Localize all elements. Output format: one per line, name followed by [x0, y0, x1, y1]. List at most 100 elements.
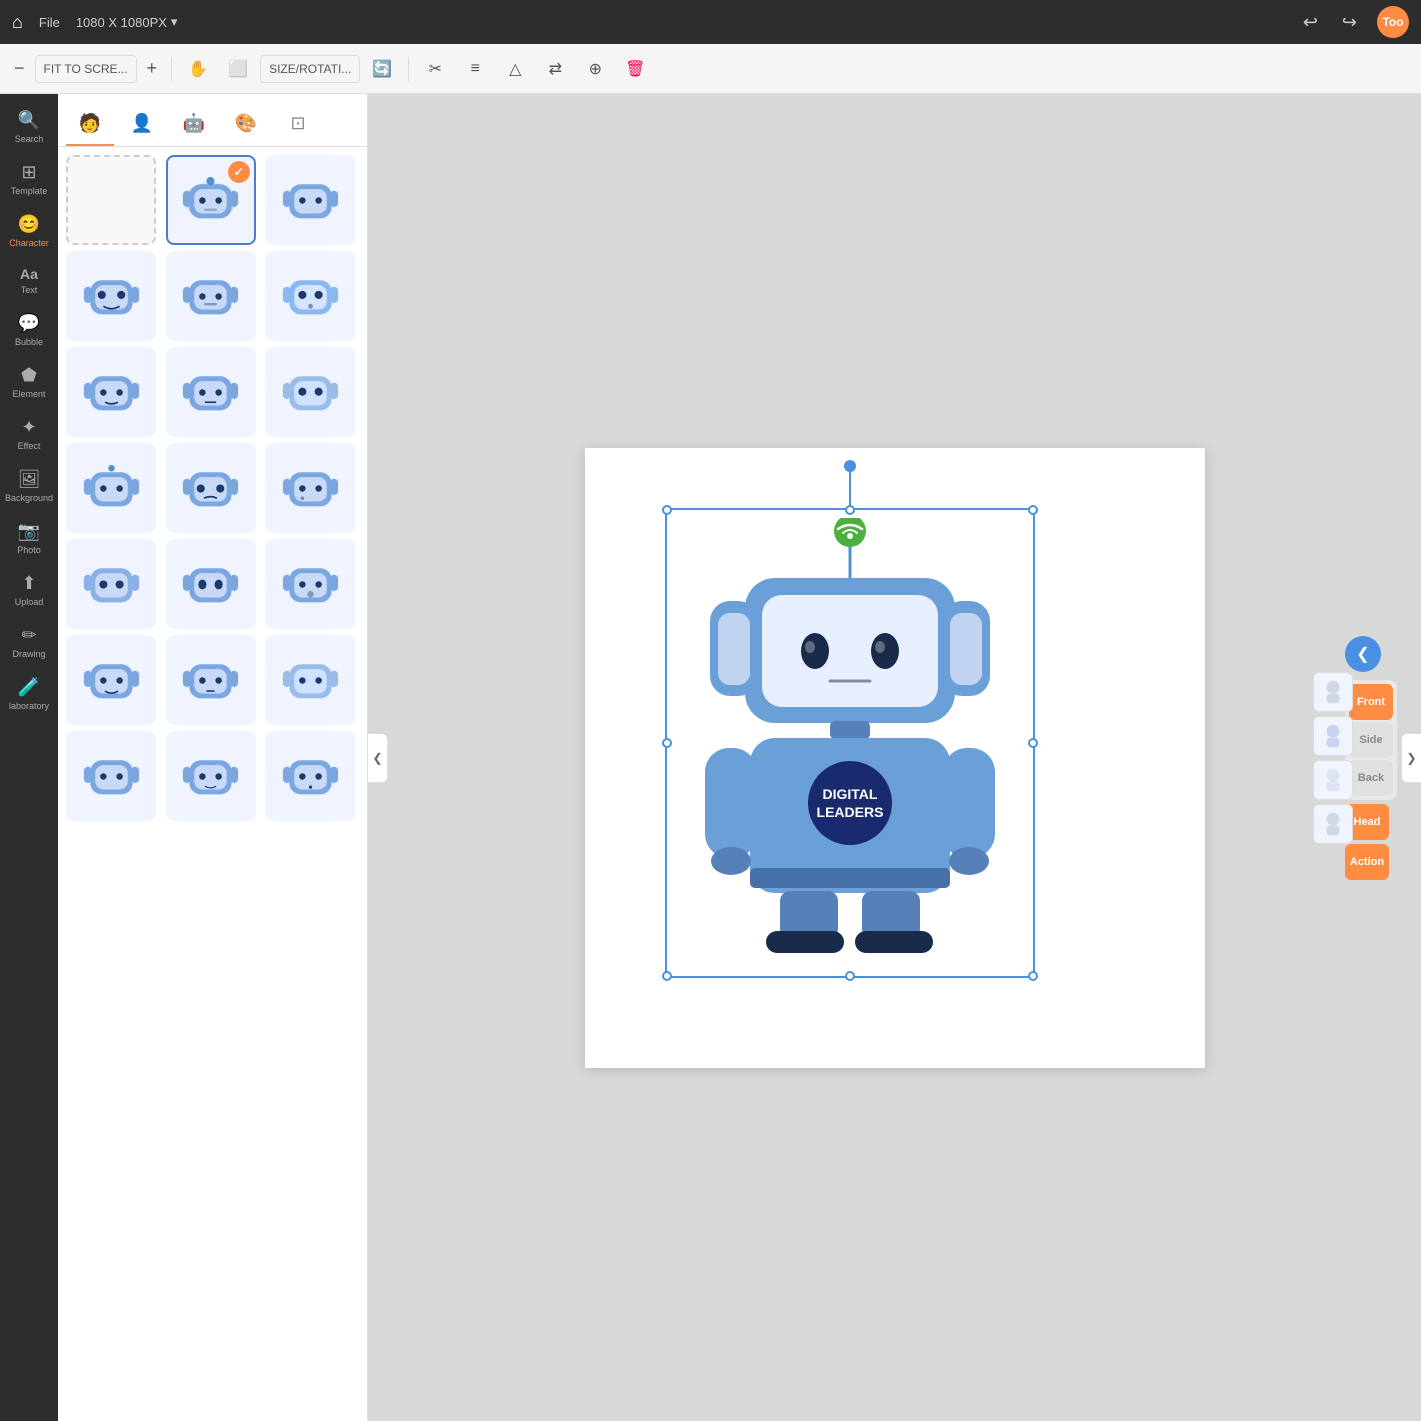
collapse-right-button[interactable]: ❯ [1401, 733, 1421, 783]
size-rotation-label[interactable]: SIZE/ROTATI... [260, 55, 360, 83]
back-view-button[interactable]: Back [1349, 760, 1393, 796]
pose-thumb-4[interactable] [1313, 804, 1353, 844]
bubble-icon: 💬 [18, 313, 40, 334]
sidebar-item-search[interactable]: 🔍 Search [3, 102, 55, 152]
file-menu[interactable]: File [39, 15, 60, 30]
background-label: Background [5, 493, 53, 503]
svg-text:LEADERS: LEADERS [816, 804, 883, 820]
hand-tool-button[interactable]: ✋ [180, 51, 216, 87]
tab-crop[interactable]: ⊡ [274, 102, 322, 146]
character-label: Character [9, 238, 49, 248]
list-item[interactable] [166, 635, 256, 725]
canvas-board[interactable]: DIGITAL LEADERS [585, 448, 1205, 1068]
tab-pose[interactable]: 🧑 [66, 102, 114, 146]
sidebar-item-laboratory[interactable]: 🧪 laboratory [3, 669, 55, 719]
zoom-out-button[interactable]: − [8, 54, 31, 83]
sidebar-item-element[interactable]: ⬟ Element [3, 357, 55, 407]
template-label: Template [11, 186, 48, 196]
avatar[interactable]: Too [1377, 6, 1409, 38]
canvas-area: ❮ [368, 94, 1421, 1421]
robot-svg [79, 264, 144, 329]
list-item[interactable] [66, 635, 156, 725]
redo-button[interactable]: ↪ [1338, 8, 1361, 37]
effect-icon: ✦ [21, 417, 36, 438]
list-item[interactable] [265, 443, 355, 533]
robot-svg [278, 360, 343, 425]
robot-svg [178, 744, 243, 809]
canvas-size-label: 1080 X 1080PX [76, 15, 167, 30]
text-icon: Aa [20, 266, 38, 282]
tab-head[interactable]: 👤 [118, 102, 166, 146]
tab-accessory[interactable]: 🎨 [222, 102, 270, 146]
collapse-left-button[interactable]: ❮ [368, 733, 388, 783]
list-item[interactable] [166, 443, 256, 533]
list-item[interactable] [265, 539, 355, 629]
list-item[interactable] [265, 155, 355, 245]
flip-button[interactable]: ⇄ [537, 51, 573, 87]
action-view-button[interactable]: Action [1345, 844, 1389, 880]
sidebar-item-character[interactable]: 😊 Character [3, 206, 55, 256]
sidebar-item-drawing[interactable]: ✏ Drawing [3, 617, 55, 667]
list-item[interactable] [166, 251, 256, 341]
crop-button[interactable]: ✂ [417, 51, 453, 87]
robot-svg [178, 456, 243, 521]
robot-svg [178, 552, 243, 617]
replace-button[interactable]: 🔄 [364, 51, 400, 87]
sidebar-item-photo[interactable]: 📷 Photo [3, 513, 55, 563]
tab-body[interactable]: 🤖 [170, 102, 218, 146]
add-button[interactable]: ⊕ [577, 51, 613, 87]
robot-svg [79, 744, 144, 809]
list-item[interactable] [66, 155, 156, 245]
upload-label: Upload [15, 597, 44, 607]
zoom-label[interactable]: FIT TO SCRE... [35, 55, 137, 83]
left-nav: 🔍 Search ⊞ Template 😊 Character Aa Text … [0, 94, 58, 1421]
collapse-view-button[interactable]: ❮ [1345, 636, 1381, 672]
drawing-label: Drawing [12, 649, 45, 659]
list-item[interactable] [265, 251, 355, 341]
robot-svg [278, 744, 343, 809]
list-item[interactable] [66, 731, 156, 821]
sidebar-item-template[interactable]: ⊞ Template [3, 154, 55, 204]
zoom-in-button[interactable]: + [141, 54, 164, 83]
sidebar-item-bubble[interactable]: 💬 Bubble [3, 305, 55, 355]
character-grid: ✓ [66, 155, 359, 821]
photo-icon: 📷 [18, 521, 40, 542]
list-item[interactable] [66, 443, 156, 533]
transform-button[interactable]: △ [497, 51, 533, 87]
list-item[interactable] [66, 251, 156, 341]
list-item[interactable] [166, 347, 256, 437]
sidebar-item-upload[interactable]: ⬆ Upload [3, 565, 55, 615]
list-item[interactable] [166, 731, 256, 821]
pose-thumb-3[interactable] [1313, 760, 1353, 800]
search-label: Search [15, 134, 44, 144]
sidebar-item-background[interactable]: 🖼 Background [3, 461, 55, 511]
robot-svg [79, 648, 144, 713]
delete-button[interactable]: 🗑 [617, 51, 653, 87]
sidebar-item-effect[interactable]: ✦ Effect [3, 409, 55, 459]
list-item[interactable]: ✓ [166, 155, 256, 245]
top-handle-circle[interactable] [844, 460, 856, 472]
list-item[interactable] [265, 347, 355, 437]
list-item[interactable] [166, 539, 256, 629]
robot-svg [178, 648, 243, 713]
side-view-button[interactable]: Side [1349, 722, 1393, 758]
list-item[interactable] [66, 347, 156, 437]
canvas-size-selector[interactable]: 1080 X 1080PX ▾ [76, 14, 178, 30]
home-icon[interactable]: ⌂ [12, 12, 23, 33]
sidebar-item-text[interactable]: Aa Text [3, 258, 55, 303]
pose-thumb-1[interactable] [1313, 672, 1353, 712]
separator2 [408, 57, 409, 81]
list-item[interactable] [265, 731, 355, 821]
photo-label: Photo [17, 545, 41, 555]
effect-label: Effect [18, 441, 41, 451]
list-item[interactable] [66, 539, 156, 629]
front-view-button[interactable]: Front [1349, 684, 1393, 720]
pose-thumb-2[interactable] [1313, 716, 1353, 756]
undo-button[interactable]: ↩ [1299, 8, 1322, 37]
robot-svg [278, 456, 343, 521]
main-content: 🔍 Search ⊞ Template 😊 Character Aa Text … [0, 94, 1421, 1421]
list-item[interactable] [265, 635, 355, 725]
pose-thumb-svg [1317, 720, 1349, 752]
align-button[interactable]: ≡ [457, 51, 493, 87]
select-tool-button[interactable]: ⬜ [220, 51, 256, 87]
